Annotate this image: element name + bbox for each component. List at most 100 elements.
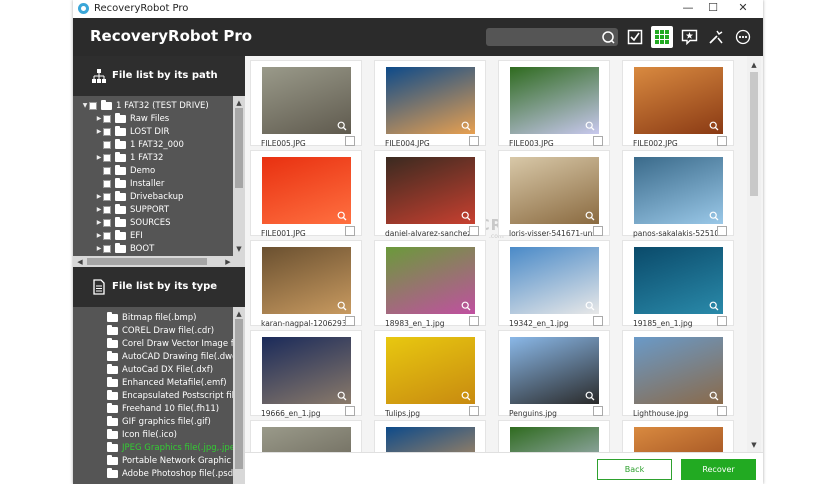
grid-scrollbar[interactable]: ▲ ▼ xyxy=(747,56,761,452)
tree-item[interactable]: ▶ LOST DIR xyxy=(95,125,169,138)
tree-item[interactable]: ▶ SOURCES xyxy=(95,216,171,229)
thumbnail-image[interactable] xyxy=(386,337,475,404)
file-type-item[interactable]: Icon file(.ico) xyxy=(107,428,177,441)
thumbnail-image[interactable] xyxy=(510,337,599,404)
tree-item[interactable]: ▶ BOOT xyxy=(95,242,154,255)
tree-item[interactable]: Installer xyxy=(95,177,164,190)
tree-item[interactable]: ▶ Drivebackup xyxy=(95,190,183,203)
collapsed-arrow-icon[interactable]: ▶ xyxy=(95,206,103,213)
tree-item[interactable]: Demo xyxy=(95,164,155,177)
tree-checkbox[interactable] xyxy=(89,101,97,110)
thumbnail-image[interactable] xyxy=(634,247,723,314)
tree-checkbox[interactable] xyxy=(103,127,111,136)
thumbnail-image[interactable] xyxy=(634,67,723,134)
file-type-item[interactable]: Encapsulated Postscript file(.e xyxy=(107,389,233,402)
more-button[interactable] xyxy=(732,26,754,48)
tree-checkbox[interactable] xyxy=(103,218,111,227)
file-thumbnail[interactable]: FILE004.JPG xyxy=(374,60,486,148)
file-type-item[interactable]: Freehand 10 file(.fh11) xyxy=(107,402,219,415)
scroll-right-icon[interactable]: ▶ xyxy=(223,257,233,267)
tree-checkbox[interactable] xyxy=(103,166,111,175)
file-checkbox[interactable] xyxy=(345,226,355,236)
thumbnail-image[interactable] xyxy=(262,67,351,134)
file-checkbox[interactable] xyxy=(469,136,479,146)
thumbnail-image[interactable] xyxy=(262,157,351,224)
file-thumbnail[interactable]: karan-nagpal-1206293-u... xyxy=(250,240,362,328)
select-all-button[interactable] xyxy=(624,26,646,48)
tree-checkbox[interactable] xyxy=(103,140,111,149)
zoom-icon[interactable] xyxy=(461,391,471,401)
collapsed-arrow-icon[interactable]: ▶ xyxy=(95,128,103,135)
file-checkbox[interactable] xyxy=(717,406,727,416)
collapsed-arrow-icon[interactable]: ▶ xyxy=(95,193,103,200)
file-thumbnail[interactable]: FILE001.JPG xyxy=(250,150,362,238)
file-checkbox[interactable] xyxy=(345,316,355,326)
file-type-item[interactable]: AutoCAD Drawing file(.dwg) xyxy=(107,350,233,363)
thumbnail-image[interactable] xyxy=(634,337,723,404)
recover-button[interactable]: Recover xyxy=(681,459,756,480)
tree-checkbox[interactable] xyxy=(103,179,111,188)
file-thumbnail[interactable]: Penguins.jpg xyxy=(498,330,610,418)
thumbnail-image[interactable] xyxy=(510,67,599,134)
search-icon[interactable] xyxy=(601,30,615,44)
file-type-item[interactable]: GIF graphics file(.gif) xyxy=(107,415,211,428)
types-scroll-up-icon[interactable]: ▲ xyxy=(234,309,244,319)
zoom-icon[interactable] xyxy=(709,121,719,131)
expanded-arrow-icon[interactable]: ▼ xyxy=(81,102,89,109)
file-thumbnail[interactable]: 19185_en_1.jpg xyxy=(622,240,734,328)
preview-button[interactable] xyxy=(678,26,700,48)
tree-scrollbar[interactable]: ▲ ▼ xyxy=(233,96,245,256)
file-checkbox[interactable] xyxy=(593,406,603,416)
thumbnail-image[interactable] xyxy=(510,157,599,224)
thumbnail-image[interactable] xyxy=(386,247,475,314)
tree-item[interactable]: ▼ 1 FAT32 (TEST DRIVE) xyxy=(81,99,209,112)
thumbnail-image[interactable] xyxy=(634,157,723,224)
file-thumbnail[interactable]: loris-visser-541671-unsp... xyxy=(498,150,610,238)
file-checkbox[interactable] xyxy=(593,226,603,236)
file-checkbox[interactable] xyxy=(469,316,479,326)
collapsed-arrow-icon[interactable]: ▶ xyxy=(95,219,103,226)
back-button[interactable]: Back xyxy=(597,459,672,480)
file-type-item[interactable]: Adobe Photoshop file(.psd) xyxy=(107,467,233,480)
file-type-item[interactable]: Portable Network Graphic file xyxy=(107,454,233,467)
file-thumbnail[interactable]: Lighthouse.jpg xyxy=(622,330,734,418)
file-checkbox[interactable] xyxy=(593,136,603,146)
grid-scroll-thumb[interactable] xyxy=(750,72,758,196)
tree-checkbox[interactable] xyxy=(103,205,111,214)
type-section-header[interactable]: File list by its type xyxy=(73,267,245,307)
zoom-icon[interactable] xyxy=(709,301,719,311)
thumbnail-image[interactable] xyxy=(386,67,475,134)
zoom-icon[interactable] xyxy=(337,391,347,401)
file-type-item[interactable]: Bitmap file(.bmp) xyxy=(107,311,196,324)
tree-item[interactable]: ▶ EFI xyxy=(95,229,143,242)
tools-button[interactable] xyxy=(705,26,727,48)
tree-item[interactable]: 1 FAT32_000 xyxy=(95,138,184,151)
scroll-down-icon[interactable]: ▼ xyxy=(234,244,244,254)
zoom-icon[interactable] xyxy=(337,301,347,311)
file-checkbox[interactable] xyxy=(469,406,479,416)
tree-item[interactable]: ▶ 1 FAT32 xyxy=(95,151,163,164)
tree-item[interactable]: ▶ Raw Files xyxy=(95,112,169,125)
path-section-header[interactable]: File list by its path xyxy=(73,56,245,96)
collapsed-arrow-icon[interactable]: ▶ xyxy=(95,232,103,239)
file-thumbnail[interactable]: FILE002.JPG xyxy=(622,60,734,148)
zoom-icon[interactable] xyxy=(461,211,471,221)
tree-scroll-thumb[interactable] xyxy=(235,108,243,188)
file-type-item[interactable]: COREL Draw file(.cdr) xyxy=(107,324,214,337)
close-button[interactable]: ✕ xyxy=(728,0,758,16)
file-checkbox[interactable] xyxy=(717,316,727,326)
types-scroll-thumb[interactable] xyxy=(235,319,243,469)
file-type-item[interactable]: Corel Draw Vector Image file xyxy=(107,337,233,350)
search-input[interactable] xyxy=(490,29,596,45)
tree-hscrollbar[interactable]: ◀ ▶ xyxy=(73,256,245,267)
zoom-icon[interactable] xyxy=(585,301,595,311)
types-scrollbar[interactable]: ▲ xyxy=(233,307,245,484)
tree-checkbox[interactable] xyxy=(103,192,111,201)
scroll-up-icon[interactable]: ▲ xyxy=(234,98,244,108)
file-thumbnail[interactable]: FILE005.JPG xyxy=(250,60,362,148)
collapsed-arrow-icon[interactable]: ▶ xyxy=(95,115,103,122)
tree-hscroll-thumb[interactable] xyxy=(87,258,207,265)
tree-checkbox[interactable] xyxy=(103,231,111,240)
file-type-item[interactable]: JPEG Graphics file(.jpg,.jpeg) xyxy=(107,441,233,454)
zoom-icon[interactable] xyxy=(337,121,347,131)
